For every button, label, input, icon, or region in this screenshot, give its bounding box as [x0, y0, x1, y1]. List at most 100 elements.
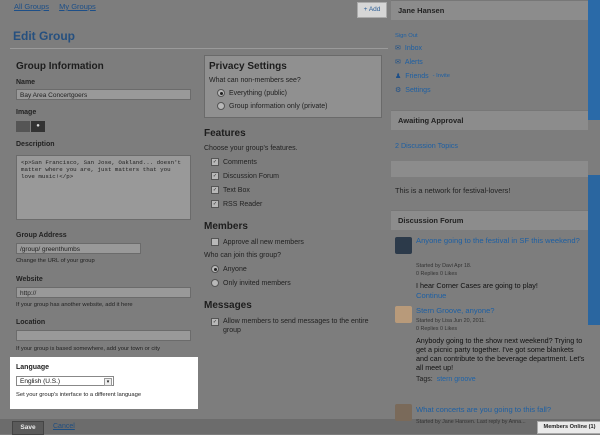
- website-hint: If your group has another website, add i…: [16, 302, 133, 308]
- allow-messages-label: Allow members to send messages to the en…: [223, 318, 369, 334]
- post-body: Anybody going to the show next weekend? …: [416, 336, 585, 372]
- alerts-link[interactable]: ✉ Alerts: [395, 58, 423, 67]
- join-anyone[interactable]: Anyone: [211, 265, 247, 273]
- post-body: I hear Corner Cases are going to play!: [416, 281, 538, 290]
- name-label: Name: [16, 79, 36, 86]
- address-hint: Change the URL of your group: [16, 258, 95, 264]
- website-input[interactable]: http://: [16, 287, 191, 298]
- invite-link[interactable]: - Invite: [433, 73, 450, 79]
- camera-icon[interactable]: ●: [31, 121, 45, 132]
- top-nav: All Groups My Groups: [14, 2, 104, 11]
- checkbox-comments[interactable]: ✓: [211, 158, 219, 166]
- page-title: Edit Group: [13, 29, 75, 43]
- language-hint: Set your group's interface to a differen…: [16, 392, 142, 398]
- approve-members-label: Approve all new members: [223, 238, 304, 246]
- avatar[interactable]: [395, 237, 412, 254]
- checkbox-text-box[interactable]: ✓: [211, 186, 219, 194]
- awaiting-approval-title: Awaiting Approval: [398, 116, 464, 125]
- feature-rss-reader[interactable]: ✓ RSS Reader: [211, 200, 262, 208]
- features-prompt: Choose your group's features.: [204, 145, 298, 152]
- radio-anyone[interactable]: [211, 265, 219, 273]
- members-question: Who can join this group?: [204, 252, 282, 259]
- privacy-heading: Privacy Settings: [209, 61, 287, 72]
- sign-out-link[interactable]: Sign Out: [395, 33, 418, 39]
- envelope-icon: ✉: [395, 45, 401, 52]
- save-button[interactable]: Save: [12, 421, 44, 435]
- members-online-tab[interactable]: Members Online (1): [537, 421, 600, 434]
- privacy-option-public-label: Everything (public): [229, 89, 287, 97]
- features-heading: Features: [204, 128, 246, 139]
- members-heading: Members: [204, 221, 248, 232]
- chevron-down-icon: ▾: [104, 378, 112, 386]
- description-textarea[interactable]: <p>San Francisco, San Jose, Oakland... d…: [16, 155, 191, 220]
- feature-rss-reader-label: RSS Reader: [223, 200, 263, 208]
- my-groups-link[interactable]: My Groups: [59, 2, 96, 11]
- location-hint: If your group is based somewhere, add yo…: [16, 346, 161, 352]
- discussion-forum-title: Discussion Forum: [398, 216, 464, 225]
- avatar[interactable]: [395, 306, 412, 323]
- privacy-option-private[interactable]: Group information only (private): [217, 102, 327, 110]
- friends-link[interactable]: ♟ Friends - Invite: [395, 72, 450, 81]
- continue-link[interactable]: Continue: [416, 291, 446, 300]
- image-thumbnail: [16, 121, 30, 132]
- feature-discussion-forum-label: Discussion Forum: [223, 172, 280, 180]
- awaiting-approval-header: Awaiting Approval: [391, 110, 588, 130]
- privacy-option-public[interactable]: Everything (public): [217, 89, 287, 97]
- post-meta: Started by Lisa Jun 20, 2011.: [416, 318, 486, 324]
- name-input[interactable]: Bay Area Concertgoers: [16, 89, 191, 100]
- radio-public[interactable]: [217, 89, 225, 97]
- textbox-content: This is a network for festival-lovers!: [395, 186, 511, 195]
- alerts-label: Alerts: [404, 58, 423, 66]
- privacy-question: What can non-members see?: [209, 77, 301, 84]
- post-counts[interactable]: 0 Replies 0 Likes: [416, 271, 457, 277]
- checkbox-approve-members[interactable]: [211, 238, 219, 246]
- tags-label: Tags:: [416, 376, 433, 383]
- approve-members[interactable]: Approve all new members: [211, 238, 304, 246]
- messages-heading: Messages: [204, 300, 252, 311]
- feature-comments-label: Comments: [223, 158, 257, 166]
- address-input[interactable]: /group/ greenthumbs: [16, 243, 141, 254]
- inbox-label: Inbox: [404, 44, 422, 52]
- post-counts[interactable]: 0 Replies 0 Likes: [416, 326, 457, 332]
- language-select[interactable]: English (U.S.) ▾: [16, 376, 114, 386]
- radio-invited[interactable]: [211, 279, 219, 287]
- page-edge-strip-lower: [588, 175, 600, 325]
- all-groups-link[interactable]: All Groups: [14, 2, 49, 11]
- user-name: Jane Hansen: [398, 6, 445, 15]
- friends-label: Friends: [405, 72, 429, 80]
- avatar[interactable]: [395, 404, 412, 421]
- image-label: Image: [16, 109, 37, 116]
- settings-link[interactable]: ⚙ Settings: [395, 86, 431, 95]
- radio-private[interactable]: [217, 102, 225, 110]
- checkbox-discussion-forum[interactable]: ✓: [211, 172, 219, 180]
- discussion-forum-header: Discussion Forum: [391, 210, 588, 230]
- feature-text-box[interactable]: ✓ Text Box: [211, 186, 250, 194]
- allow-messages[interactable]: ✓ Allow members to send messages to the …: [211, 317, 381, 335]
- website-label: Website: [16, 276, 43, 283]
- language-selected-value: English (U.S.): [20, 378, 61, 385]
- address-label: Group Address: [16, 232, 67, 239]
- checkbox-rss-reader[interactable]: ✓: [211, 200, 219, 208]
- tag-link[interactable]: stern groove: [437, 376, 476, 383]
- privacy-option-private-label: Group information only (private): [229, 102, 328, 110]
- awaiting-approval-item[interactable]: 2 Discussion Topics: [395, 141, 458, 150]
- gear-icon: ⚙: [395, 87, 402, 94]
- join-invited[interactable]: Only invited members: [211, 279, 291, 287]
- person-icon: ♟: [395, 73, 402, 80]
- feature-discussion-forum[interactable]: ✓ Discussion Forum: [211, 172, 279, 180]
- location-input[interactable]: [16, 330, 191, 341]
- post-title-link[interactable]: Anyone going to the festival in SF this …: [416, 236, 581, 245]
- post-title-link[interactable]: What concerts are you going to this fall…: [416, 405, 551, 414]
- feature-comments[interactable]: ✓ Comments: [211, 158, 257, 166]
- post-title-link[interactable]: Stern Groove, anyone?: [416, 306, 495, 315]
- settings-label: Settings: [405, 86, 431, 94]
- feature-text-box-label: Text Box: [223, 186, 250, 194]
- title-divider: [10, 48, 388, 49]
- join-invited-label: Only invited members: [223, 279, 291, 287]
- user-panel-header: Jane Hansen: [391, 0, 588, 20]
- cancel-link[interactable]: Cancel: [53, 423, 75, 430]
- add-button[interactable]: + Add: [357, 2, 387, 18]
- checkbox-allow-messages[interactable]: ✓: [211, 318, 219, 326]
- language-label: Language: [16, 364, 50, 371]
- inbox-link[interactable]: ✉ Inbox: [395, 44, 422, 53]
